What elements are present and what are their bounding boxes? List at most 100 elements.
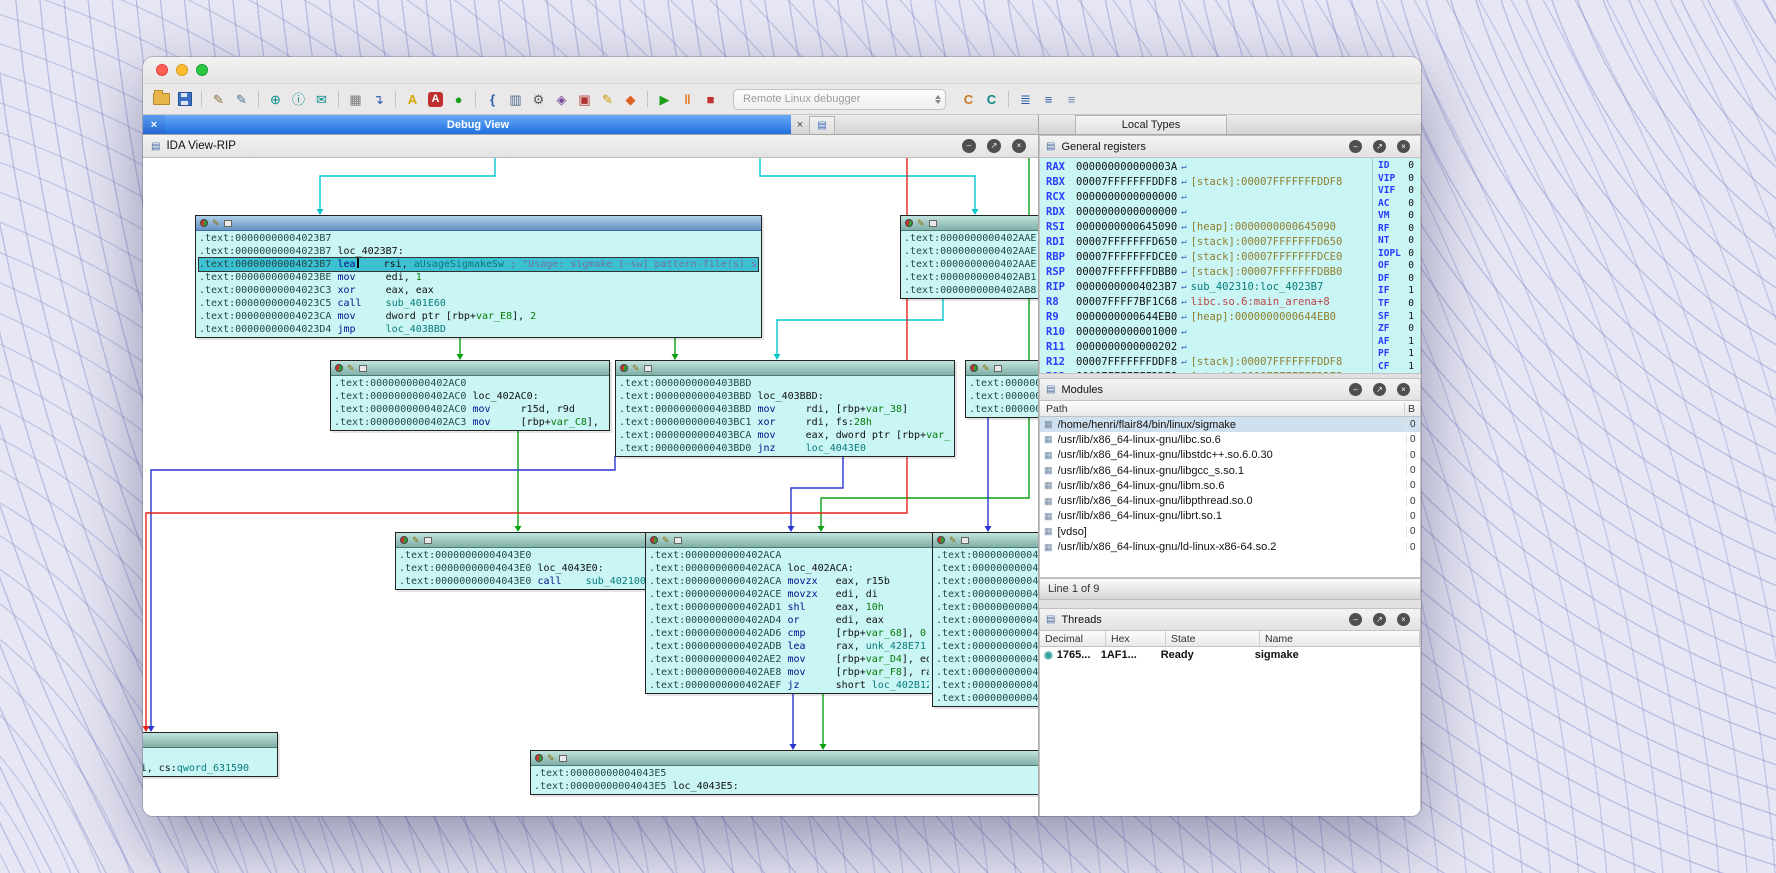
- node-edit-icon[interactable]: ✎: [982, 364, 990, 373]
- asm-line[interactable]: .text:0000000000403BBD: [619, 377, 951, 390]
- node-edit-icon[interactable]: ✎: [917, 219, 925, 228]
- asm-line[interactable]: .text:000000000040: [936, 549, 1038, 562]
- restore-button[interactable]: ↗: [1373, 613, 1386, 626]
- node-color-icon[interactable]: [535, 754, 543, 762]
- graph-node-clipped-right-2[interactable]: ✎.text:000000000040.text:000000000040.te…: [932, 532, 1038, 707]
- register-value[interactable]: 00007FFFFFFFDBB0: [1076, 265, 1177, 280]
- graph-node-clipped-right-1[interactable]: ✎.text:0000000000.text:0000000000.text:0…: [965, 360, 1038, 418]
- block-header[interactable]: ✎: [396, 533, 648, 548]
- node-group-icon[interactable]: [359, 365, 367, 372]
- tab-debug-view[interactable]: Debug View: [165, 115, 791, 134]
- tabbar-close-icon[interactable]: ×: [143, 115, 165, 134]
- node-color-icon[interactable]: [970, 364, 978, 372]
- modules-list[interactable]: ▦/home/henri/flair84/bin/linux/sigmake0▦…: [1039, 417, 1421, 578]
- flag-value[interactable]: 0: [1408, 185, 1414, 198]
- asm-line[interactable]: .text:00000000004023C5 call sub_401E60: [199, 297, 758, 310]
- module-row[interactable]: ▦/usr/lib/x86_64-linux-gnu/librt.so.10: [1040, 509, 1420, 524]
- open-file-icon[interactable]: [151, 89, 172, 110]
- graph-node-4043E0[interactable]: ✎.text:00000000004043E0.text:00000000004…: [395, 532, 649, 590]
- asm-line[interactable]: .text:0000000000402AE8 mov [rbp+var_F8],…: [649, 666, 929, 679]
- block-header[interactable]: ✎: [901, 216, 1038, 231]
- close-button[interactable]: ×: [1397, 613, 1410, 626]
- jump-to-address-icon[interactable]: ↵: [1181, 160, 1186, 175]
- flag-value[interactable]: 1: [1408, 311, 1414, 324]
- node-edit-icon[interactable]: ✎: [212, 219, 220, 228]
- register-row[interactable]: R100000000000001000↵: [1046, 325, 1372, 340]
- pause-icon[interactable]: ‖: [677, 89, 698, 110]
- jump-to-address-icon[interactable]: ↵: [1181, 175, 1186, 190]
- register-row[interactable]: R800007FFFF7BF1C68↵libc.so.6:main_arena+…: [1046, 295, 1372, 310]
- register-row[interactable]: RSP00007FFFFFFFDBB0↵[stack]:00007FFFFFFF…: [1046, 265, 1372, 280]
- info-icon[interactable]: ⓘ: [288, 89, 309, 110]
- text-color-icon[interactable]: A: [402, 89, 423, 110]
- asm-line[interactable]: .text:000000000040: [936, 575, 1038, 588]
- node-color-icon[interactable]: [335, 364, 343, 372]
- node-edit-icon[interactable]: ✎: [347, 364, 355, 373]
- asm-line[interactable]: .text:0000000000402ACE movzx edi, di: [649, 588, 929, 601]
- module-row[interactable]: ▦/usr/lib/x86_64-linux-gnu/libc.so.60: [1040, 432, 1420, 447]
- asm-line[interactable]: .text:0000000000402AB8 j: [904, 284, 1038, 297]
- column-path[interactable]: Path: [1040, 403, 1404, 415]
- module-row[interactable]: ▦/usr/lib/x86_64-linux-gnu/libpthread.so…: [1040, 493, 1420, 508]
- close-button[interactable]: ×: [1012, 139, 1026, 153]
- column-decimal[interactable]: Decimal: [1040, 631, 1106, 646]
- debugger-select[interactable]: Remote Linux debugger: [733, 89, 946, 110]
- asm-line[interactable]: .text:0000000000403BC1 xor rdi, fs:28h: [619, 416, 951, 429]
- graph-node-402AC0[interactable]: ✎.text:0000000000402AC0.text:00000000004…: [330, 360, 610, 431]
- graph-node-402ACA[interactable]: ✎.text:0000000000402ACA.text:00000000004…: [645, 532, 933, 694]
- asm-line[interactable]: .text:0000000000402B12 mov rsi, cs:qword…: [143, 762, 274, 775]
- asm-line[interactable]: .text:00000000004023BE mov edi, 1: [199, 271, 758, 284]
- list3-icon[interactable]: ≡: [1061, 89, 1082, 110]
- graph-canvas[interactable]: ✎.text:00000000004023B7.text:00000000004…: [143, 158, 1038, 816]
- block-header[interactable]: ✎: [616, 361, 954, 376]
- minimize-button[interactable]: –: [962, 139, 976, 153]
- asm-line[interactable]: .text:000000000040: [936, 601, 1038, 614]
- module-row[interactable]: ▦/usr/lib/x86_64-linux-gnu/libstdc++.so.…: [1040, 448, 1420, 463]
- globe-icon[interactable]: ⊕: [265, 89, 286, 110]
- flag-value[interactable]: 0: [1408, 248, 1414, 261]
- flag-row[interactable]: OF0: [1378, 260, 1414, 273]
- jump-to-address-icon[interactable]: ↵: [1181, 220, 1186, 235]
- register-value[interactable]: 0000000000000000: [1076, 205, 1177, 220]
- jump-to-address-icon[interactable]: ↵: [1181, 205, 1186, 220]
- asm-line[interactable]: .text:000000000040: [936, 640, 1038, 653]
- column-name[interactable]: Name: [1260, 631, 1420, 646]
- register-row[interactable]: RDI00007FFFFFFFD650↵[stack]:00007FFFFFFF…: [1046, 235, 1372, 250]
- asm-line[interactable]: .text:0000000000402AB1 m: [904, 271, 1038, 284]
- minimize-window-button[interactable]: [176, 64, 188, 76]
- flag-value[interactable]: 1: [1408, 348, 1414, 361]
- module-icon[interactable]: ◈: [551, 89, 572, 110]
- flag-value[interactable]: 0: [1408, 298, 1414, 311]
- register-value[interactable]: 0000000000000000: [1076, 190, 1177, 205]
- asm-line[interactable]: .text:000000000040: [936, 692, 1038, 705]
- asm-line[interactable]: .text:0000000000403BBD loc_403BBD:: [619, 390, 951, 403]
- flag-value[interactable]: 0: [1408, 273, 1414, 286]
- register-row[interactable]: RBP00007FFFFFFFDCE0↵[stack]:00007FFFFFFF…: [1046, 250, 1372, 265]
- jump-icon[interactable]: ↴: [368, 89, 389, 110]
- restore-button[interactable]: ↗: [1373, 140, 1386, 153]
- flag-value[interactable]: 1: [1408, 285, 1414, 298]
- block-header[interactable]: ✎: [196, 216, 761, 231]
- flag-value[interactable]: 1: [1408, 361, 1414, 374]
- brace-icon[interactable]: {: [482, 89, 503, 110]
- node-edit-icon[interactable]: ✎: [949, 536, 957, 545]
- node-group-icon[interactable]: [674, 537, 682, 544]
- node-color-icon[interactable]: [200, 219, 208, 227]
- list2-icon[interactable]: ≡: [1038, 89, 1059, 110]
- asm-line[interactable]: .text:00000000004023B7 lea rsi, aUsageSi…: [199, 258, 758, 271]
- flag-row[interactable]: DF0: [1378, 273, 1414, 286]
- node-color-icon[interactable]: [400, 536, 408, 544]
- module-row[interactable]: ▦/usr/lib/x86_64-linux-gnu/libm.so.60: [1040, 478, 1420, 493]
- flag-value[interactable]: 1: [1408, 336, 1414, 349]
- flag-row[interactable]: IF1: [1378, 285, 1414, 298]
- register-value[interactable]: 0000000000644EB0: [1076, 310, 1177, 325]
- asm-line[interactable]: .text:000000000040: [936, 588, 1038, 601]
- asm-line[interactable]: .text:0000000000: [969, 403, 1038, 416]
- register-value[interactable]: 00007FFFFFFFDCE0: [1076, 250, 1177, 265]
- register-value[interactable]: 00007FFFFFFFDDF8: [1076, 355, 1177, 370]
- block-header[interactable]: ✎: [933, 533, 1038, 548]
- save-file-icon[interactable]: [174, 89, 195, 110]
- jump-to-address-icon[interactable]: ↵: [1181, 190, 1186, 205]
- asm-line[interactable]: .text:0000000000403BD0 jnz loc_4043E0: [619, 442, 951, 455]
- diamond-icon[interactable]: ◆: [620, 89, 641, 110]
